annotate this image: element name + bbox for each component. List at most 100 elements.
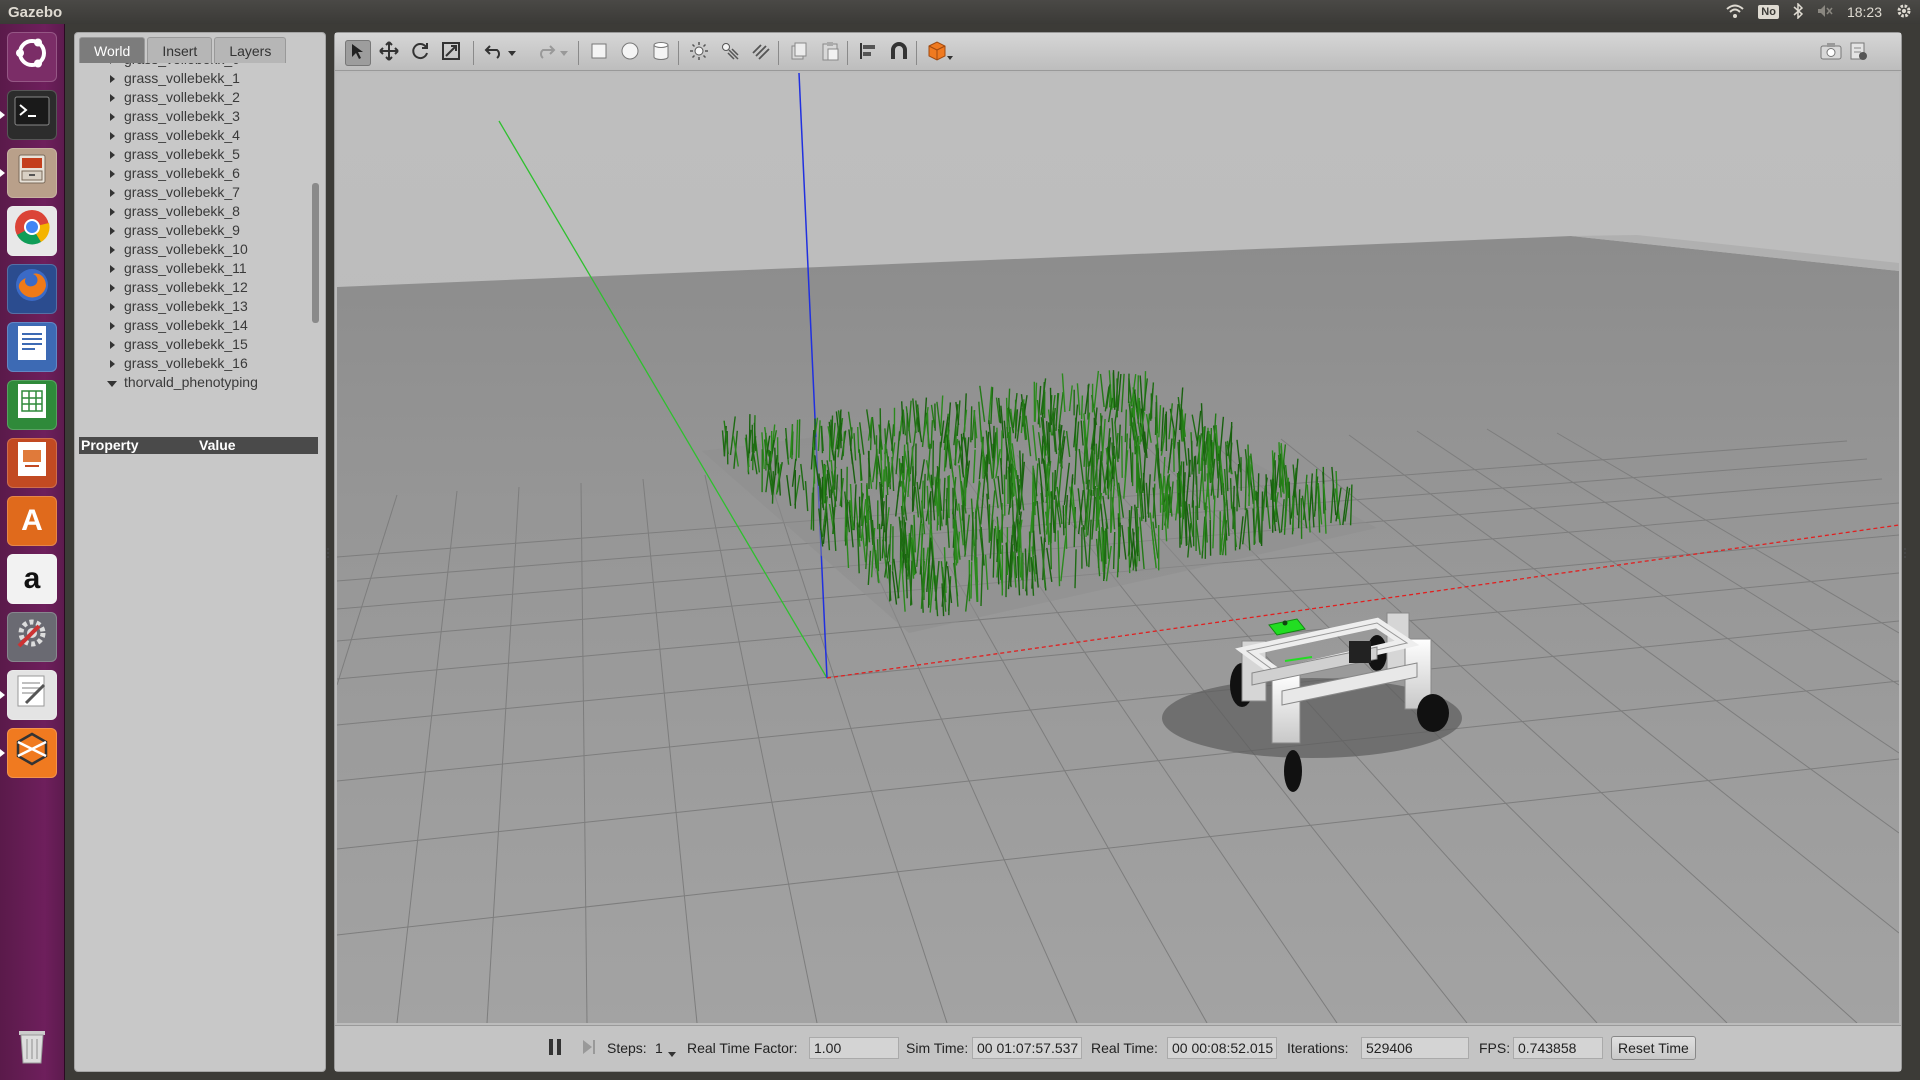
- launcher-writer[interactable]: [7, 322, 57, 372]
- clock[interactable]: 18:23: [1847, 4, 1882, 20]
- unity-launcher: A a: [0, 24, 65, 1080]
- expand-arrow-icon[interactable]: [110, 170, 115, 178]
- robot-electronics-box[interactable]: [1349, 641, 1371, 663]
- spot-light-button[interactable]: [717, 40, 743, 66]
- settings-icon: [13, 614, 51, 660]
- right-splitter-handle[interactable]: [1904, 548, 1908, 558]
- tab-layers[interactable]: Layers: [214, 37, 287, 63]
- select-mode-button[interactable]: [345, 40, 371, 66]
- grass-blade: [1166, 485, 1169, 529]
- point-light-button[interactable]: [686, 40, 712, 66]
- bluetooth-icon[interactable]: [1793, 1, 1804, 22]
- grass-blade: [1092, 445, 1095, 489]
- snap-button[interactable]: [886, 40, 912, 66]
- rotate-mode-button[interactable]: [407, 40, 433, 66]
- iterations-value: 529406: [1361, 1037, 1469, 1059]
- expand-arrow-icon[interactable]: [110, 227, 115, 235]
- expand-arrow-icon[interactable]: [110, 189, 115, 197]
- redo-history-dropdown[interactable]: [557, 40, 571, 66]
- sphere-shape-button[interactable]: [617, 40, 643, 66]
- step-button[interactable]: [581, 1037, 597, 1060]
- panel-tabs: World Insert Layers: [79, 37, 287, 63]
- expand-arrow-icon[interactable]: [110, 303, 115, 311]
- launcher-chrome[interactable]: [7, 206, 57, 256]
- cylinder-shape-button[interactable]: [648, 40, 674, 66]
- grass-blade: [1136, 375, 1139, 414]
- launcher-gazebo[interactable]: [0, 728, 57, 778]
- undo-icon: [484, 43, 504, 64]
- launcher-amazon[interactable]: a: [7, 554, 57, 604]
- steps-chevron-down-icon[interactable]: [668, 1045, 676, 1061]
- tab-world[interactable]: World: [79, 37, 146, 63]
- steps-value[interactable]: 1: [655, 1040, 663, 1056]
- translate-mode-button[interactable]: [376, 40, 402, 66]
- volume-muted-icon[interactable]: [1817, 4, 1833, 21]
- keyboard-layout-indicator[interactable]: No: [1758, 5, 1779, 19]
- directional-light-button[interactable]: [748, 40, 774, 66]
- robot-wheel-front-left[interactable]: [1284, 750, 1302, 792]
- grass-blade: [1049, 522, 1052, 570]
- expand-arrow-icon[interactable]: [110, 94, 115, 102]
- launcher-dash[interactable]: [7, 32, 57, 82]
- robot-leg[interactable]: [1271, 672, 1301, 744]
- expand-arrow-icon[interactable]: [110, 132, 115, 140]
- expand-arrow-icon[interactable]: [110, 75, 115, 83]
- wifi-icon[interactable]: [1726, 4, 1744, 21]
- grass-blade: [1080, 395, 1084, 420]
- system-gear-icon[interactable]: [1896, 3, 1912, 22]
- align-button[interactable]: [855, 40, 881, 66]
- tree-scrollbar[interactable]: [312, 183, 319, 323]
- expand-arrow-icon[interactable]: [110, 360, 115, 368]
- collapse-arrow-icon[interactable]: [107, 381, 117, 387]
- launcher-impress[interactable]: [7, 438, 57, 488]
- launcher-settings[interactable]: [7, 612, 57, 662]
- pause-button[interactable]: [547, 1037, 563, 1060]
- grass-blade: [831, 415, 834, 448]
- launcher-files[interactable]: [0, 148, 57, 198]
- expand-arrow-icon[interactable]: [110, 322, 115, 330]
- expand-arrow-icon[interactable]: [110, 63, 115, 64]
- launcher-firefox[interactable]: [7, 264, 57, 314]
- log-data-button[interactable]: [1845, 40, 1871, 66]
- grass-blade: [1224, 506, 1227, 556]
- launcher-text-editor[interactable]: [0, 670, 57, 720]
- firefox-icon: [13, 266, 51, 312]
- paste-button[interactable]: [817, 40, 843, 66]
- launcher-calc[interactable]: [7, 380, 57, 430]
- launcher-trash[interactable]: [7, 1024, 57, 1074]
- expand-arrow-icon[interactable]: [110, 113, 115, 121]
- redo-icon: [536, 43, 556, 64]
- expand-arrow-icon[interactable]: [110, 341, 115, 349]
- expand-arrow-icon[interactable]: [110, 265, 115, 273]
- chevron-down-icon: [560, 44, 568, 62]
- camera-icon: [1820, 42, 1842, 65]
- expand-arrow-icon[interactable]: [110, 284, 115, 292]
- scale-mode-button[interactable]: [438, 40, 464, 66]
- launcher-terminal[interactable]: [0, 90, 57, 140]
- undo-button[interactable]: [481, 40, 507, 66]
- scene-render[interactable]: [337, 73, 1899, 1023]
- box-shape-button[interactable]: [586, 40, 612, 66]
- text-editor-icon: [14, 673, 50, 717]
- launcher-software-center[interactable]: A: [7, 496, 57, 546]
- robot-wheel-front-right[interactable]: [1417, 694, 1449, 732]
- fps-value: 0.743858: [1513, 1037, 1603, 1059]
- screenshot-button[interactable]: [1818, 40, 1844, 66]
- expand-arrow-icon[interactable]: [110, 246, 115, 254]
- toolbar-separator: [473, 41, 474, 65]
- 3d-viewport[interactable]: [337, 73, 1899, 1023]
- expand-arrow-icon[interactable]: [110, 151, 115, 159]
- reset-time-button[interactable]: Reset Time: [1611, 1036, 1696, 1060]
- tab-insert[interactable]: Insert: [147, 37, 213, 63]
- left-splitter-handle[interactable]: [327, 548, 331, 558]
- copy-button[interactable]: [786, 40, 812, 66]
- real-time-factor-label: Real Time Factor:: [687, 1040, 798, 1056]
- property-table-header: Property Value: [79, 437, 318, 454]
- world-tree[interactable]: grass_vollebekk_0 grass_vollebekk_1 gras…: [79, 63, 319, 421]
- expand-arrow-icon[interactable]: [110, 208, 115, 216]
- grass-blade: [1133, 393, 1136, 437]
- pause-icon: [547, 1039, 563, 1060]
- undo-history-dropdown[interactable]: [505, 40, 519, 66]
- redo-button[interactable]: [533, 40, 559, 66]
- change-view-button[interactable]: [924, 40, 956, 66]
